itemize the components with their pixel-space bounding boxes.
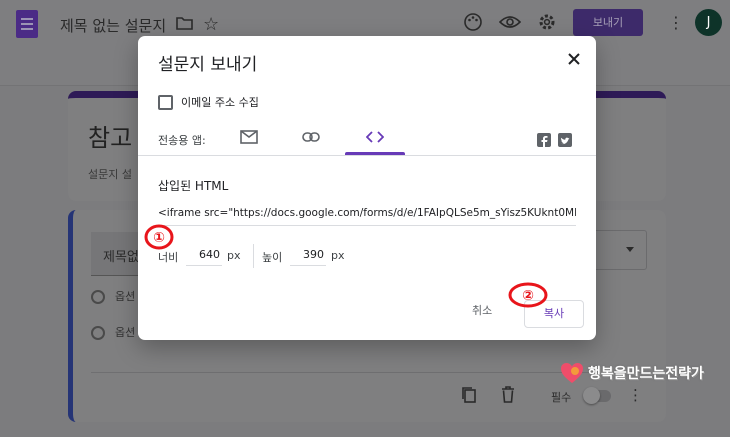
option-item[interactable]: 옵션 <box>91 288 135 304</box>
option-label: 옵션 <box>115 326 136 339</box>
folder-icon[interactable] <box>176 16 193 30</box>
form-title[interactable]: 참고 <box>88 118 132 153</box>
tabs-divider <box>138 155 596 156</box>
option-item[interactable]: 옵션 <box>91 324 135 340</box>
annotation-marker-2: ② <box>508 282 548 308</box>
forms-logo-icon[interactable] <box>16 10 38 38</box>
link-icon[interactable] <box>302 132 320 142</box>
settings-gear-icon[interactable] <box>537 12 557 32</box>
embed-html-heading: 삽입된 HTML <box>158 179 229 193</box>
email-icon[interactable] <box>240 130 258 144</box>
send-via-label: 전송용 앱: <box>158 134 206 147</box>
preview-eye-icon[interactable] <box>499 12 521 32</box>
send-button[interactable]: 보내기 <box>573 9 643 36</box>
watermark: 행복을만드는전략가 <box>560 362 704 384</box>
radio-icon <box>91 290 105 304</box>
required-label: 필수 <box>551 391 572 404</box>
cancel-button[interactable]: 취소 <box>472 302 492 318</box>
question-title: 제목없 <box>103 250 139 265</box>
palette-icon[interactable] <box>463 12 483 32</box>
width-unit: px <box>227 249 241 262</box>
collect-email-option[interactable]: 이메일 주소 수집 <box>158 94 259 110</box>
dropdown-arrow-icon <box>626 247 634 252</box>
embed-code-icon[interactable] <box>366 131 384 143</box>
width-input[interactable]: 640 <box>186 248 222 266</box>
star-icon[interactable]: ☆ <box>203 14 219 35</box>
collect-email-label: 이메일 주소 수집 <box>181 96 259 109</box>
facebook-icon[interactable] <box>537 133 551 148</box>
option-label: 옵션 <box>115 290 136 303</box>
height-unit: px <box>331 249 345 262</box>
dimension-separator <box>253 244 254 268</box>
avatar[interactable]: J <box>695 9 722 36</box>
duplicate-icon[interactable] <box>461 386 477 404</box>
svg-text:①: ① <box>153 230 165 246</box>
watermark-text: 행복을만드는전략가 <box>588 366 704 382</box>
more-vert-icon[interactable]: ⋮ <box>668 13 684 32</box>
document-title[interactable]: 제목 없는 설문지 <box>60 15 166 36</box>
height-input[interactable]: 390 <box>290 248 326 266</box>
embed-code-field[interactable]: <iframe src="https://docs.google.com/for… <box>158 207 576 226</box>
svg-text:②: ② <box>522 288 534 304</box>
required-toggle[interactable] <box>583 387 611 404</box>
radio-icon <box>91 326 105 340</box>
height-label: 높이 <box>262 251 283 264</box>
more-vert-icon[interactable]: ⋮ <box>628 386 643 404</box>
delete-trash-icon[interactable] <box>501 386 515 403</box>
dialog-title: 설문지 보내기 <box>158 55 258 75</box>
close-icon[interactable] <box>567 52 581 66</box>
collect-email-checkbox[interactable] <box>158 94 173 110</box>
twitter-icon[interactable] <box>558 133 572 147</box>
form-description[interactable]: 설문지 설 <box>88 166 132 182</box>
heart-icon <box>561 363 583 383</box>
annotation-marker-1: ① <box>144 224 174 250</box>
